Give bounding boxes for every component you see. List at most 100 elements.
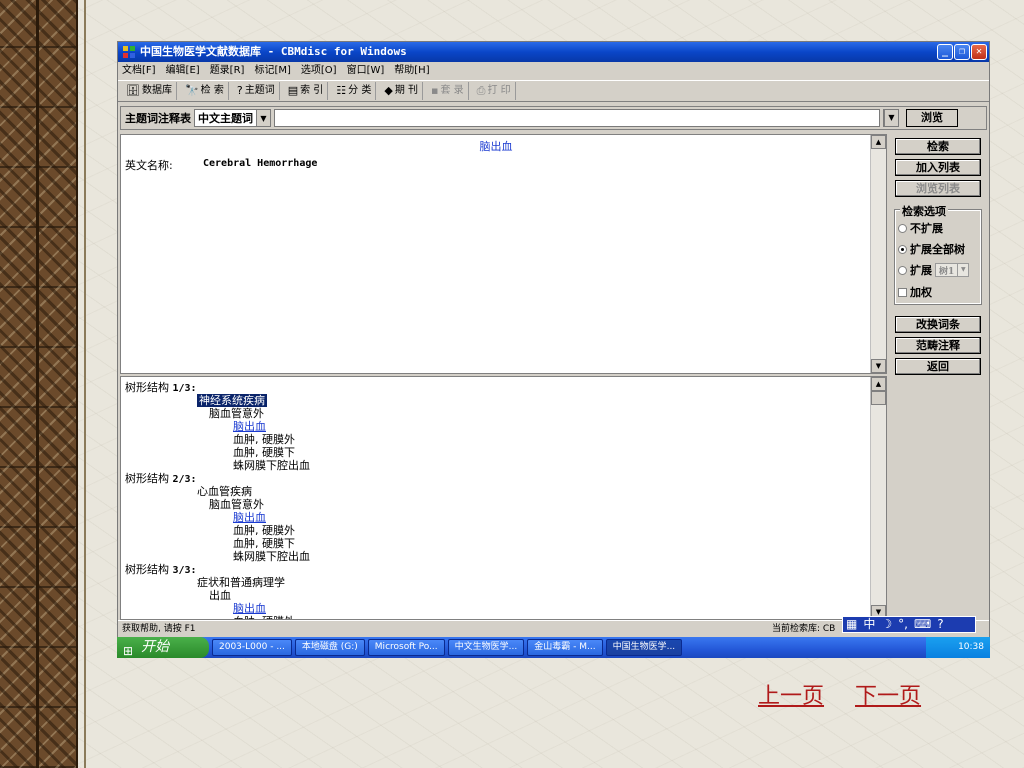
menu-window[interactable]: 窗口[W]	[347, 62, 385, 79]
database-button[interactable]: 🗄 数据库	[122, 82, 177, 100]
english-name-value: Cerebral Hemorrhage	[203, 158, 318, 169]
chevron-down-icon: ▼	[884, 110, 898, 126]
app-window: 中国生物医学文献数据库 - CBMdisc for Windows _ ❐ ✕ …	[117, 41, 990, 658]
tree-node[interactable]: 血肿, 硬膜下	[233, 537, 295, 550]
search-action-button[interactable]: 检索	[895, 138, 981, 155]
menu-mark[interactable]: 标记[M]	[254, 62, 290, 79]
tree-node[interactable]: 脑出血	[233, 420, 266, 433]
scope-note-button[interactable]: 范畴注释	[895, 337, 981, 354]
menu-file[interactable]: 文档[F]	[122, 62, 156, 79]
tree-node[interactable]: 脑血管意外	[209, 407, 264, 420]
search-options-title: 检索选项	[900, 203, 948, 219]
scroll-thumb[interactable]	[871, 391, 886, 405]
index-button[interactable]: ▤ 索 引	[284, 82, 329, 100]
scroll-down-icon[interactable]: ▼	[871, 359, 886, 373]
tree-node[interactable]: 血肿, 硬膜外	[233, 524, 295, 537]
minimize-button[interactable]: _	[937, 44, 953, 60]
detail-scrollbar[interactable]: ▲ ▼	[870, 135, 886, 373]
taskbar-item[interactable]: 中文生物医学...	[447, 639, 525, 656]
subject-icon: ?	[236, 84, 243, 97]
option-expand-all[interactable]: 扩展全部树	[898, 241, 965, 257]
option-no-expand[interactable]: 不扩展	[898, 220, 943, 236]
classify-button[interactable]: ☷ 分 类	[332, 82, 377, 100]
tree-scrollbar[interactable]: ▲ ▼	[870, 377, 886, 619]
scroll-up-icon[interactable]: ▲	[871, 135, 886, 149]
tree-node[interactable]: 蛛网膜下腔出血	[233, 459, 310, 472]
clock: 10:38	[958, 642, 984, 652]
side-panel: 检索 加入列表 浏览列表 检索选项 不扩展 扩展全部树 扩展 树1 ▼ 加权 改换…	[891, 134, 987, 634]
menu-bar: 文档[F] 编辑[E] 题录[R] 标记[M] 选项[O] 窗口[W] 帮助[H…	[118, 62, 989, 79]
taskbar-item[interactable]: 金山毒霸 - M...	[527, 639, 603, 656]
app-icon	[122, 45, 136, 59]
term-heading[interactable]: 脑出血	[121, 138, 871, 154]
slide-navigation: 上一页 下一页	[758, 678, 945, 710]
change-term-button[interactable]: 改换词条	[895, 316, 981, 333]
menu-help[interactable]: 帮助[H]	[394, 62, 429, 79]
taskbar-item[interactable]: Microsoft Po...	[367, 639, 445, 656]
search-options-group: 检索选项 不扩展 扩展全部树 扩展 树1 ▼ 加权	[894, 203, 982, 305]
add-to-list-button[interactable]: 加入列表	[895, 159, 981, 176]
windows-logo-icon: ⊞	[123, 644, 134, 658]
menu-options[interactable]: 选项[O]	[301, 62, 337, 79]
moon-icon: ☽	[881, 617, 893, 631]
tree-node[interactable]: 症状和普通病理学	[197, 576, 285, 589]
system-tray: 10:38	[926, 637, 990, 658]
term-detail-panel: 脑出血 英文名称: Cerebral Hemorrhage ▲ ▼	[120, 134, 887, 374]
tree-section-header: 树形结构 2/3:	[125, 472, 197, 485]
tree-node[interactable]: 脑出血	[233, 511, 266, 524]
ime-toolbar[interactable]: ▦ 中 ☽ °, ⌨ ?	[842, 616, 976, 633]
tree-section-header: 树形结构 1/3:	[125, 381, 197, 394]
restore-button[interactable]: ❐	[954, 44, 970, 60]
browse-list-button[interactable]: 浏览列表	[895, 180, 981, 197]
menu-edit[interactable]: 编辑[E]	[166, 62, 200, 79]
window-title: 中国生物医学文献数据库 - CBMdisc for Windows	[140, 45, 407, 58]
taskbar: ⊞ 开始 2003-L000 - ... 本地磁盘 (G:) Microsoft …	[117, 637, 990, 658]
tree-select[interactable]: 树1 ▼	[935, 263, 970, 277]
browse-button[interactable]: 浏览	[906, 109, 958, 127]
print-button[interactable]: ⎙ 打 印	[473, 82, 516, 100]
english-name-label: 英文名称:	[125, 159, 173, 172]
tree-node[interactable]: 心血管疾病	[197, 485, 252, 498]
taskbar-item-active[interactable]: 中国生物医学...	[605, 639, 683, 656]
tree-node[interactable]: 脑血管意外	[209, 498, 264, 511]
taskbar-item[interactable]: 本地磁盘 (G:)	[294, 639, 365, 656]
tree-node[interactable]: 血肿, 硬膜下	[233, 446, 295, 459]
journal-button[interactable]: ◆ 期 刊	[380, 82, 424, 100]
option-expand[interactable]: 扩展 树1 ▼	[898, 262, 970, 278]
scroll-up-icon[interactable]: ▲	[871, 377, 886, 391]
close-button[interactable]: ✕	[971, 44, 987, 60]
status-help-text: 获取帮助, 请按 F1	[122, 624, 196, 634]
taskbar-item[interactable]: 2003-L000 - ...	[212, 639, 292, 656]
start-button[interactable]: ⊞ 开始	[117, 637, 209, 658]
prev-page-link[interactable]: 上一页	[758, 684, 824, 709]
decorative-line	[84, 0, 86, 768]
tree-section-header: 树形结构 3/3:	[125, 563, 197, 576]
ime-mode: 中	[863, 617, 876, 631]
save-record-button[interactable]: ▪ 套 录	[427, 82, 469, 100]
tree-node[interactable]: 血肿, 硬膜外	[233, 433, 295, 446]
chevron-down-icon: ▼	[256, 110, 270, 126]
next-page-link[interactable]: 下一页	[855, 684, 921, 709]
chevron-down-icon: ▼	[957, 264, 968, 276]
subject-button[interactable]: ? 主题词	[233, 82, 280, 100]
database-icon: 🗄	[126, 84, 140, 97]
term-type-select[interactable]: 中文主题词 ▼	[194, 109, 271, 127]
search-label: 主题词注释表	[125, 112, 191, 125]
term-dropdown[interactable]: ▼	[883, 109, 899, 127]
term-input[interactable]	[274, 109, 880, 127]
back-button[interactable]: 返回	[895, 358, 981, 375]
tree-panel: 树形结构 1/3: 神经系统疾病 脑血管意外 脑出血 血肿, 硬膜外 血肿, 硬膜下 蛛网膜…	[120, 376, 887, 620]
classify-icon: ☷	[336, 84, 347, 97]
decorative-border	[0, 0, 78, 768]
tree-node[interactable]: 出血	[209, 589, 231, 602]
title-bar[interactable]: 中国生物医学文献数据库 - CBMdisc for Windows _ ❐ ✕	[118, 42, 989, 62]
tree-node[interactable]: 脑出血	[233, 602, 266, 615]
radio-icon	[898, 223, 907, 233]
checkbox-icon	[898, 287, 907, 297]
search-button[interactable]: 🔭 检 索	[181, 82, 229, 100]
save-icon: ▪	[431, 84, 439, 97]
tree-node[interactable]: 蛛网膜下腔出血	[233, 550, 310, 563]
menu-record[interactable]: 题录[R]	[210, 62, 245, 79]
option-weighted[interactable]: 加权	[898, 284, 932, 300]
tree-node[interactable]: 神经系统疾病	[197, 394, 267, 407]
